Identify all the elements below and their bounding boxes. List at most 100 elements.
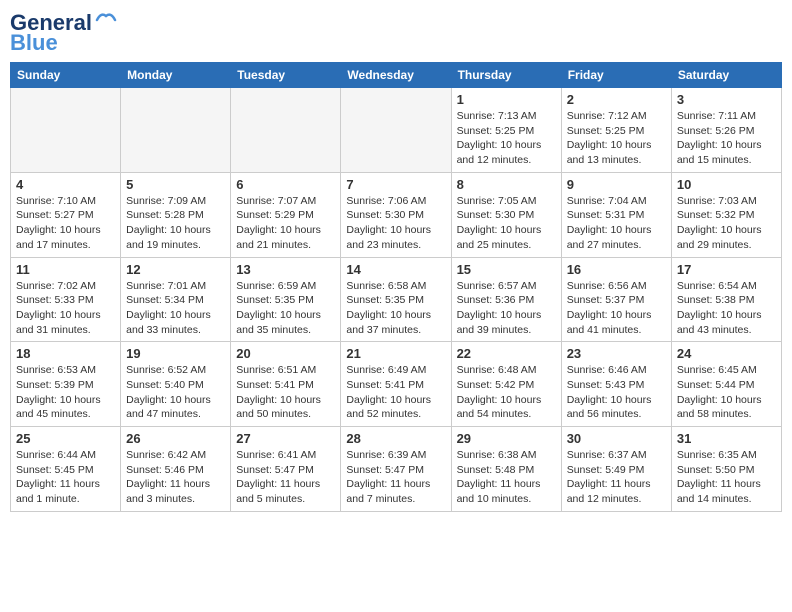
calendar-cell: 20 Sunrise: 6:51 AM Sunset: 5:41 PM Dayli… [231,342,341,427]
day-info: Sunrise: 6:49 AM Sunset: 5:41 PM Dayligh… [346,363,445,422]
calendar-cell: 8Sunrise: 7:05 AM Sunset: 5:30 PM Daylig… [451,172,561,257]
calendar-cell: 15Sunrise: 6:57 AM Sunset: 5:36 PM Dayli… [451,257,561,342]
calendar-cell: 28 Sunrise: 6:39 AM Sunset: 5:47 PM Dayli… [341,427,451,512]
day-info: Sunrise: 6:54 AM Sunset: 5:38 PM Dayligh… [677,279,776,338]
header-day-tuesday: Tuesday [231,63,341,88]
day-number: 3 [677,92,776,107]
week-row-3: 11 Sunrise: 7:02 AM Sunset: 5:33 PM Dayli… [11,257,782,342]
day-info: Sunrise: 7:03 AM Sunset: 5:32 PM Dayligh… [677,194,776,253]
calendar-cell: 3 Sunrise: 7:11 AM Sunset: 5:26 PM Daylig… [671,88,781,173]
calendar-cell [231,88,341,173]
calendar-cell [341,88,451,173]
day-number: 14 [346,262,445,277]
day-number: 19 [126,346,225,361]
day-number: 2 [567,92,666,107]
day-number: 8 [457,177,556,192]
calendar-cell: 24 Sunrise: 6:45 AM Sunset: 5:44 PM Dayli… [671,342,781,427]
calendar-cell: 18 Sunrise: 6:53 AM Sunset: 5:39 PM Dayli… [11,342,121,427]
calendar-cell: 19 Sunrise: 6:52 AM Sunset: 5:40 PM Dayli… [121,342,231,427]
day-info: Sunrise: 7:07 AM Sunset: 5:29 PM Dayligh… [236,194,335,253]
day-number: 20 [236,346,335,361]
day-info: Sunrise: 6:57 AM Sunset: 5:36 PM Dayligh… [457,279,556,338]
day-number: 7 [346,177,445,192]
calendar-cell: 23 Sunrise: 6:46 AM Sunset: 5:43 PM Dayli… [561,342,671,427]
day-number: 6 [236,177,335,192]
day-info: Sunrise: 6:51 AM Sunset: 5:41 PM Dayligh… [236,363,335,422]
day-info: Sunrise: 6:39 AM Sunset: 5:47 PM Dayligh… [346,448,445,507]
day-number: 5 [126,177,225,192]
day-number: 21 [346,346,445,361]
day-info: Sunrise: 6:46 AM Sunset: 5:43 PM Dayligh… [567,363,666,422]
day-number: 25 [16,431,115,446]
day-info: Sunrise: 7:01 AM Sunset: 5:34 PM Dayligh… [126,279,225,338]
week-row-2: 4 Sunrise: 7:10 AM Sunset: 5:27 PM Daylig… [11,172,782,257]
calendar-cell: 7Sunrise: 7:06 AM Sunset: 5:30 PM Daylig… [341,172,451,257]
day-number: 4 [16,177,115,192]
day-number: 11 [16,262,115,277]
day-number: 16 [567,262,666,277]
calendar-cell: 21 Sunrise: 6:49 AM Sunset: 5:41 PM Dayli… [341,342,451,427]
day-info: Sunrise: 7:02 AM Sunset: 5:33 PM Dayligh… [16,279,115,338]
day-number: 1 [457,92,556,107]
day-number: 26 [126,431,225,446]
logo: General Blue [10,10,117,56]
day-info: Sunrise: 7:13 AM Sunset: 5:25 PM Dayligh… [457,109,556,168]
day-info: Sunrise: 7:10 AM Sunset: 5:27 PM Dayligh… [16,194,115,253]
logo-bird-icon [95,10,117,28]
day-number: 27 [236,431,335,446]
calendar-cell: 30 Sunrise: 6:37 AM Sunset: 5:49 PM Dayli… [561,427,671,512]
header-day-monday: Monday [121,63,231,88]
day-info: Sunrise: 7:11 AM Sunset: 5:26 PM Dayligh… [677,109,776,168]
day-number: 9 [567,177,666,192]
day-number: 18 [16,346,115,361]
header-day-wednesday: Wednesday [341,63,451,88]
logo-blue: Blue [10,30,58,56]
header-day-sunday: Sunday [11,63,121,88]
day-info: Sunrise: 7:09 AM Sunset: 5:28 PM Dayligh… [126,194,225,253]
calendar-cell: 31 Sunrise: 6:35 AM Sunset: 5:50 PM Dayli… [671,427,781,512]
calendar-cell [11,88,121,173]
calendar-cell: 9 Sunrise: 7:04 AM Sunset: 5:31 PM Daylig… [561,172,671,257]
day-number: 24 [677,346,776,361]
day-number: 30 [567,431,666,446]
calendar-cell: 2 Sunrise: 7:12 AM Sunset: 5:25 PM Daylig… [561,88,671,173]
calendar-cell: 1 Sunrise: 7:13 AM Sunset: 5:25 PM Daylig… [451,88,561,173]
header: General Blue [10,10,782,56]
day-info: Sunrise: 6:56 AM Sunset: 5:37 PM Dayligh… [567,279,666,338]
day-info: Sunrise: 6:41 AM Sunset: 5:47 PM Dayligh… [236,448,335,507]
week-row-1: 1 Sunrise: 7:13 AM Sunset: 5:25 PM Daylig… [11,88,782,173]
day-number: 31 [677,431,776,446]
day-info: Sunrise: 6:35 AM Sunset: 5:50 PM Dayligh… [677,448,776,507]
header-day-thursday: Thursday [451,63,561,88]
calendar-cell: 12 Sunrise: 7:01 AM Sunset: 5:34 PM Dayli… [121,257,231,342]
calendar-cell: 26Sunrise: 6:42 AM Sunset: 5:46 PM Dayli… [121,427,231,512]
calendar-cell: 25 Sunrise: 6:44 AM Sunset: 5:45 PM Dayli… [11,427,121,512]
day-info: Sunrise: 7:12 AM Sunset: 5:25 PM Dayligh… [567,109,666,168]
day-number: 10 [677,177,776,192]
day-info: Sunrise: 6:53 AM Sunset: 5:39 PM Dayligh… [16,363,115,422]
calendar-cell: 29Sunrise: 6:38 AM Sunset: 5:48 PM Dayli… [451,427,561,512]
calendar-cell: 14 Sunrise: 6:58 AM Sunset: 5:35 PM Dayli… [341,257,451,342]
day-info: Sunrise: 6:45 AM Sunset: 5:44 PM Dayligh… [677,363,776,422]
calendar-cell: 17 Sunrise: 6:54 AM Sunset: 5:38 PM Dayli… [671,257,781,342]
day-number: 28 [346,431,445,446]
calendar-cell: 16 Sunrise: 6:56 AM Sunset: 5:37 PM Dayli… [561,257,671,342]
day-number: 23 [567,346,666,361]
day-number: 13 [236,262,335,277]
day-info: Sunrise: 6:44 AM Sunset: 5:45 PM Dayligh… [16,448,115,507]
calendar-header-row: SundayMondayTuesdayWednesdayThursdayFrid… [11,63,782,88]
calendar-cell [121,88,231,173]
calendar-cell: 6 Sunrise: 7:07 AM Sunset: 5:29 PM Daylig… [231,172,341,257]
day-number: 17 [677,262,776,277]
calendar-cell: 22Sunrise: 6:48 AM Sunset: 5:42 PM Dayli… [451,342,561,427]
day-info: Sunrise: 6:58 AM Sunset: 5:35 PM Dayligh… [346,279,445,338]
calendar-cell: 13 Sunrise: 6:59 AM Sunset: 5:35 PM Dayli… [231,257,341,342]
week-row-5: 25 Sunrise: 6:44 AM Sunset: 5:45 PM Dayli… [11,427,782,512]
day-info: Sunrise: 6:52 AM Sunset: 5:40 PM Dayligh… [126,363,225,422]
day-info: Sunrise: 6:59 AM Sunset: 5:35 PM Dayligh… [236,279,335,338]
calendar: SundayMondayTuesdayWednesdayThursdayFrid… [10,62,782,512]
day-number: 12 [126,262,225,277]
week-row-4: 18 Sunrise: 6:53 AM Sunset: 5:39 PM Dayli… [11,342,782,427]
day-info: Sunrise: 6:37 AM Sunset: 5:49 PM Dayligh… [567,448,666,507]
day-info: Sunrise: 7:04 AM Sunset: 5:31 PM Dayligh… [567,194,666,253]
